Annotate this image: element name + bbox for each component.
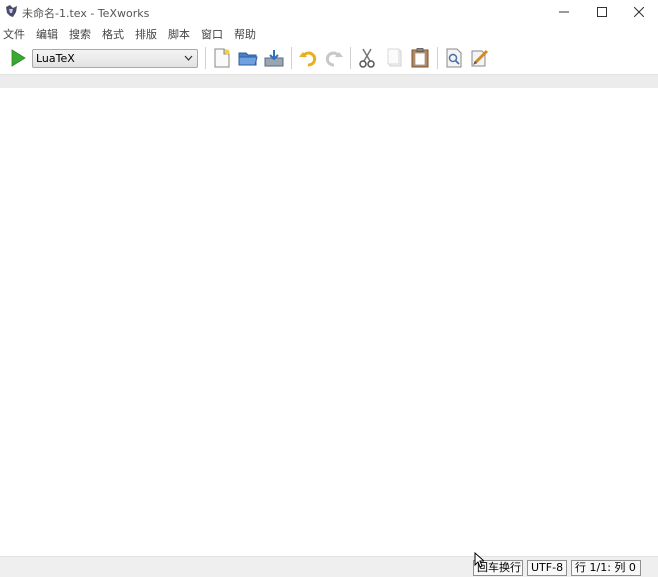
toolbar: LuaTeX bbox=[0, 42, 658, 74]
paste-icon bbox=[411, 48, 429, 68]
toolbar-separator bbox=[437, 47, 438, 69]
mouse-pointer-icon bbox=[474, 552, 484, 568]
paste-button[interactable] bbox=[408, 47, 432, 69]
edit-pen-icon bbox=[471, 49, 489, 67]
copy-icon bbox=[387, 48, 402, 67]
maximize-button[interactable] bbox=[583, 0, 621, 24]
tab-strip bbox=[0, 74, 658, 88]
maximize-icon bbox=[597, 7, 607, 17]
menu-search[interactable]: 搜索 bbox=[69, 26, 91, 42]
engine-value: LuaTeX bbox=[36, 52, 75, 65]
cut-icon bbox=[359, 48, 375, 68]
preview-icon bbox=[446, 48, 462, 68]
new-file-icon bbox=[214, 48, 230, 68]
toolbar-separator bbox=[350, 47, 351, 69]
undo-button[interactable] bbox=[296, 47, 320, 69]
toolbar-separator bbox=[291, 47, 292, 69]
edit-button[interactable] bbox=[468, 47, 492, 69]
menu-window[interactable]: 窗口 bbox=[201, 26, 223, 42]
toolbar-separator bbox=[205, 47, 206, 69]
typeset-icon bbox=[11, 49, 26, 67]
editor-area[interactable] bbox=[0, 88, 658, 556]
typeset-button[interactable] bbox=[7, 47, 29, 69]
copy-button[interactable] bbox=[383, 47, 407, 69]
preview-button[interactable] bbox=[442, 47, 466, 69]
menu-typeset[interactable]: 排版 bbox=[135, 26, 157, 42]
window-title: 未命名-1.tex - TeXworks bbox=[22, 7, 150, 20]
title-bar: 未命名-1.tex - TeXworks bbox=[0, 0, 658, 24]
menu-scripts[interactable]: 脚本 bbox=[168, 26, 190, 42]
menu-bar: 文件 编辑 搜索 格式 排版 脚本 窗口 帮助 bbox=[0, 24, 658, 42]
redo-button[interactable] bbox=[322, 47, 346, 69]
texworks-app-icon bbox=[6, 5, 17, 17]
menu-format[interactable]: 格式 bbox=[102, 26, 124, 42]
undo-icon bbox=[299, 51, 317, 67]
minimize-button[interactable] bbox=[545, 0, 583, 24]
close-icon bbox=[634, 7, 644, 17]
engine-select[interactable]: LuaTeX bbox=[32, 49, 198, 68]
status-bar: 回车换行 UTF-8 行 1/1: 列 0 bbox=[0, 556, 658, 577]
menu-help[interactable]: 帮助 bbox=[234, 26, 256, 42]
menu-file[interactable]: 文件 bbox=[3, 26, 25, 42]
cut-button[interactable] bbox=[355, 47, 379, 69]
save-icon bbox=[264, 50, 284, 67]
open-file-button[interactable] bbox=[236, 47, 260, 69]
save-button[interactable] bbox=[262, 47, 286, 69]
open-folder-icon bbox=[238, 52, 258, 66]
minimize-icon bbox=[559, 11, 569, 13]
close-button[interactable] bbox=[620, 0, 658, 24]
chevron-down-icon bbox=[184, 55, 193, 61]
menu-edit[interactable]: 编辑 bbox=[36, 26, 58, 42]
encoding-indicator[interactable]: UTF-8 bbox=[527, 560, 567, 576]
cursor-position-indicator: 行 1/1: 列 0 bbox=[571, 560, 641, 576]
new-file-button[interactable] bbox=[210, 47, 234, 69]
redo-icon bbox=[325, 51, 343, 67]
